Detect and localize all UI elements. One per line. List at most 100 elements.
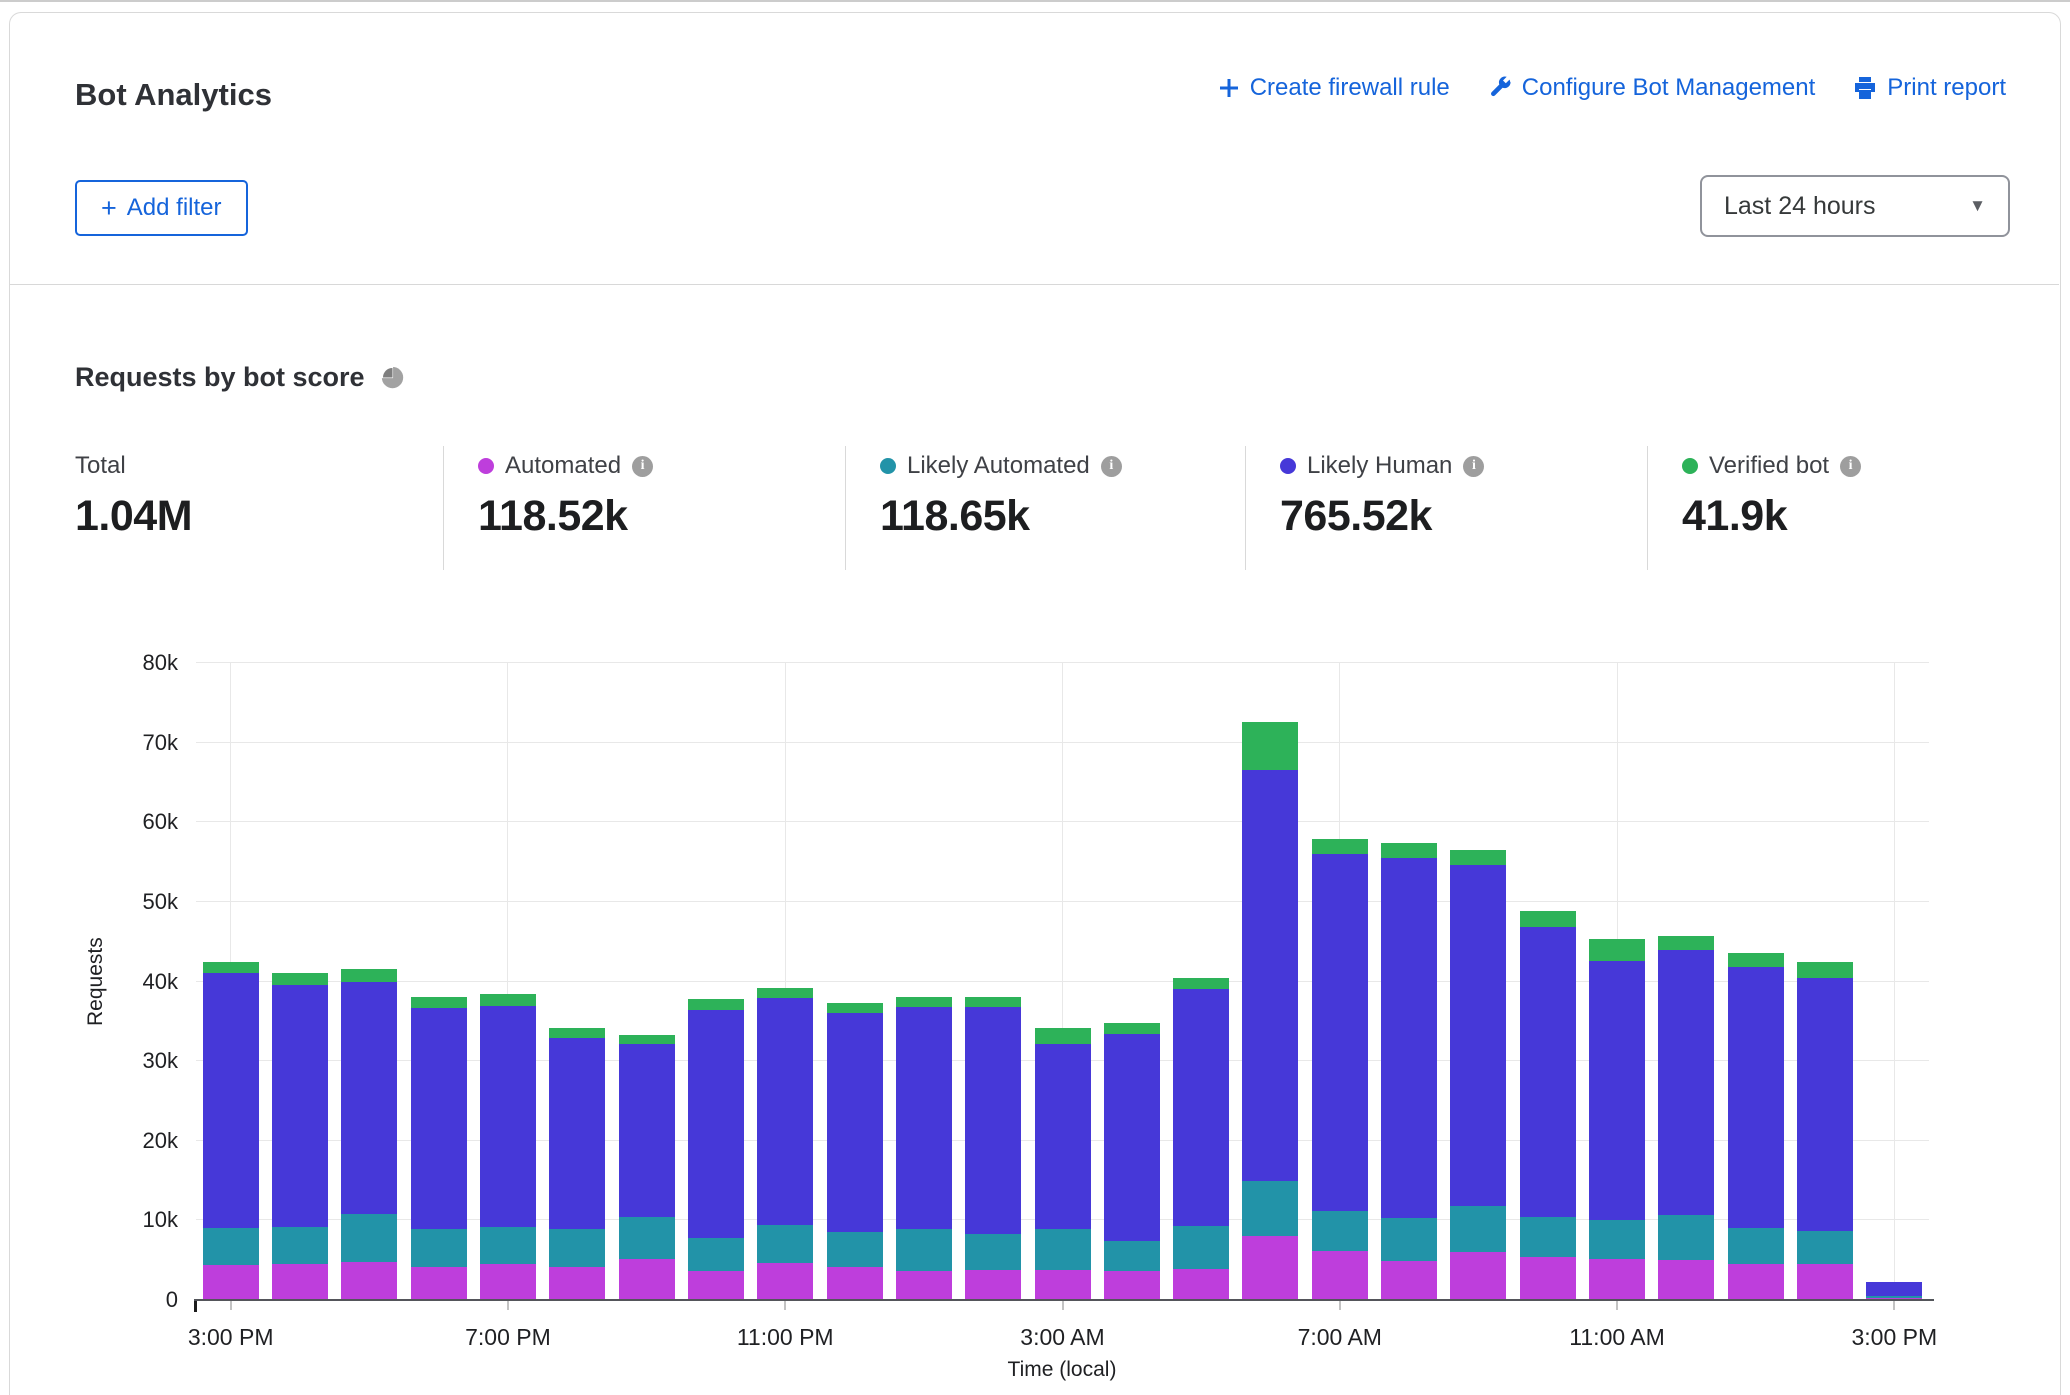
- bar-segment-automated: [1242, 1236, 1298, 1300]
- bar-segment-automated: [480, 1264, 536, 1300]
- bar-segment-likely-automated: [757, 1225, 813, 1262]
- bar-segment-verified-bot: [203, 962, 259, 973]
- info-icon[interactable]: i: [1463, 456, 1484, 477]
- configure-bot-management-link[interactable]: Configure Bot Management: [1488, 74, 1816, 102]
- bar-segment-likely-automated: [827, 1232, 883, 1266]
- stacked-bar: [1520, 911, 1576, 1300]
- chevron-down-icon: ▼: [1969, 196, 1986, 216]
- bar-segment-likely-human: [827, 1013, 883, 1232]
- bar-segment-likely-automated: [1728, 1228, 1784, 1264]
- bar-segment-verified-bot: [827, 1003, 883, 1013]
- bar-segment-likely-human: [203, 973, 259, 1229]
- bar-segment-automated: [341, 1262, 397, 1300]
- stacked-bar: [411, 997, 467, 1300]
- y-tick-label: 0: [40, 1287, 178, 1313]
- bar-segment-likely-human: [619, 1044, 675, 1217]
- stacked-bar: [688, 999, 744, 1300]
- stacked-bar: [203, 962, 259, 1300]
- bar-segment-likely-automated: [1312, 1211, 1368, 1252]
- print-report-link[interactable]: Print report: [1853, 74, 2006, 102]
- bar-segment-likely-human: [272, 985, 328, 1226]
- stacked-bar: [965, 997, 1021, 1300]
- y-tick-label: 20k: [40, 1128, 178, 1154]
- y-tick-label: 80k: [40, 650, 178, 676]
- stat-total-label: Total: [75, 452, 126, 480]
- bar-segment-verified-bot: [965, 997, 1021, 1007]
- bar-segment-likely-human: [549, 1038, 605, 1229]
- bar-segment-automated: [1104, 1271, 1160, 1300]
- page-top-rule: [0, 0, 2070, 2]
- bar-segment-verified-bot: [272, 973, 328, 986]
- create-firewall-rule-link[interactable]: Create firewall rule: [1218, 74, 1450, 102]
- stacked-bar: [1589, 939, 1645, 1300]
- bar-segment-automated: [411, 1267, 467, 1300]
- stat-automated-value: 118.52k: [478, 492, 653, 541]
- stat-likely-automated: Likely Automated i 118.65k: [880, 452, 1122, 541]
- bar-segment-automated: [1589, 1259, 1645, 1300]
- time-range-value: Last 24 hours: [1724, 192, 1876, 221]
- page-title: Bot Analytics: [75, 77, 272, 113]
- verified-bot-legend-dot: [1682, 458, 1698, 474]
- bar-segment-likely-automated: [1242, 1181, 1298, 1237]
- bar-segment-automated: [757, 1263, 813, 1300]
- bar-segment-likely-human: [1866, 1282, 1922, 1296]
- bar-segment-verified-bot: [1728, 953, 1784, 967]
- stacked-bar: [341, 969, 397, 1300]
- bar-segment-likely-automated: [341, 1214, 397, 1262]
- bar-segment-likely-human: [411, 1008, 467, 1229]
- info-icon[interactable]: i: [1101, 456, 1122, 477]
- header-actions: Create firewall rule Configure Bot Manag…: [1218, 74, 2006, 102]
- bar-segment-verified-bot: [1312, 839, 1368, 854]
- stacked-bar: [1797, 962, 1853, 1300]
- x-tick-label: 3:00 PM: [131, 1324, 331, 1351]
- stacked-bar: [1104, 1023, 1160, 1300]
- bar-segment-likely-automated: [1589, 1220, 1645, 1259]
- stacked-bar: [1728, 953, 1784, 1300]
- likely-automated-legend-dot: [880, 458, 896, 474]
- section-title-text: Requests by bot score: [75, 362, 365, 393]
- bar-segment-verified-bot: [1173, 978, 1229, 989]
- info-icon[interactable]: i: [1840, 456, 1861, 477]
- bar-segment-likely-automated: [549, 1229, 605, 1266]
- pie-chart-icon: [379, 364, 406, 391]
- add-filter-button[interactable]: + Add filter: [75, 180, 248, 236]
- print-report-label: Print report: [1887, 74, 2006, 102]
- stat-automated-label: Automated: [505, 452, 621, 480]
- bar-segment-verified-bot: [480, 994, 536, 1006]
- bar-segment-likely-human: [1104, 1034, 1160, 1241]
- bar-segment-automated: [1312, 1251, 1368, 1300]
- bar-segment-verified-bot: [1450, 850, 1506, 865]
- bar-segment-automated: [1658, 1260, 1714, 1300]
- bar-segment-verified-bot: [688, 999, 744, 1010]
- stat-likely-human: Likely Human i 765.52k: [1280, 452, 1484, 541]
- stacked-bar: [1658, 936, 1714, 1300]
- bar-segment-automated: [619, 1259, 675, 1300]
- add-filter-label: Add filter: [127, 194, 222, 222]
- bar-segment-likely-automated: [272, 1227, 328, 1264]
- y-tick-label: 50k: [40, 889, 178, 915]
- bar-segment-verified-bot: [1520, 911, 1576, 926]
- stat-total: Total 1.04M: [75, 452, 192, 541]
- bar-segment-verified-bot: [757, 988, 813, 998]
- bar-segment-verified-bot: [1242, 722, 1298, 770]
- bot-analytics-page: { "header": { "title": "Bot Analytics", …: [0, 0, 2070, 1394]
- bar-segment-likely-automated: [1520, 1217, 1576, 1257]
- bar-segment-likely-human: [1173, 989, 1229, 1226]
- stat-likely-automated-label: Likely Automated: [907, 452, 1090, 480]
- section-title: Requests by bot score: [75, 362, 406, 393]
- time-range-select[interactable]: Last 24 hours ▼: [1700, 175, 2010, 237]
- stacked-bar: [272, 973, 328, 1300]
- bar-segment-automated: [1173, 1269, 1229, 1300]
- x-tick-label: 7:00 AM: [1240, 1324, 1440, 1351]
- info-icon[interactable]: i: [632, 456, 653, 477]
- x-axis-title: Time (local): [862, 1358, 1262, 1382]
- bar-segment-likely-human: [1658, 950, 1714, 1215]
- bar-segment-verified-bot: [1381, 843, 1437, 858]
- bar-segment-likely-automated: [1797, 1231, 1853, 1264]
- bar-segment-likely-human: [688, 1010, 744, 1238]
- stacked-bar: [1035, 1028, 1091, 1300]
- wrench-icon: [1488, 76, 1512, 100]
- bar-segment-automated: [1728, 1264, 1784, 1300]
- create-firewall-rule-label: Create firewall rule: [1250, 74, 1450, 102]
- bar-segment-likely-automated: [480, 1227, 536, 1264]
